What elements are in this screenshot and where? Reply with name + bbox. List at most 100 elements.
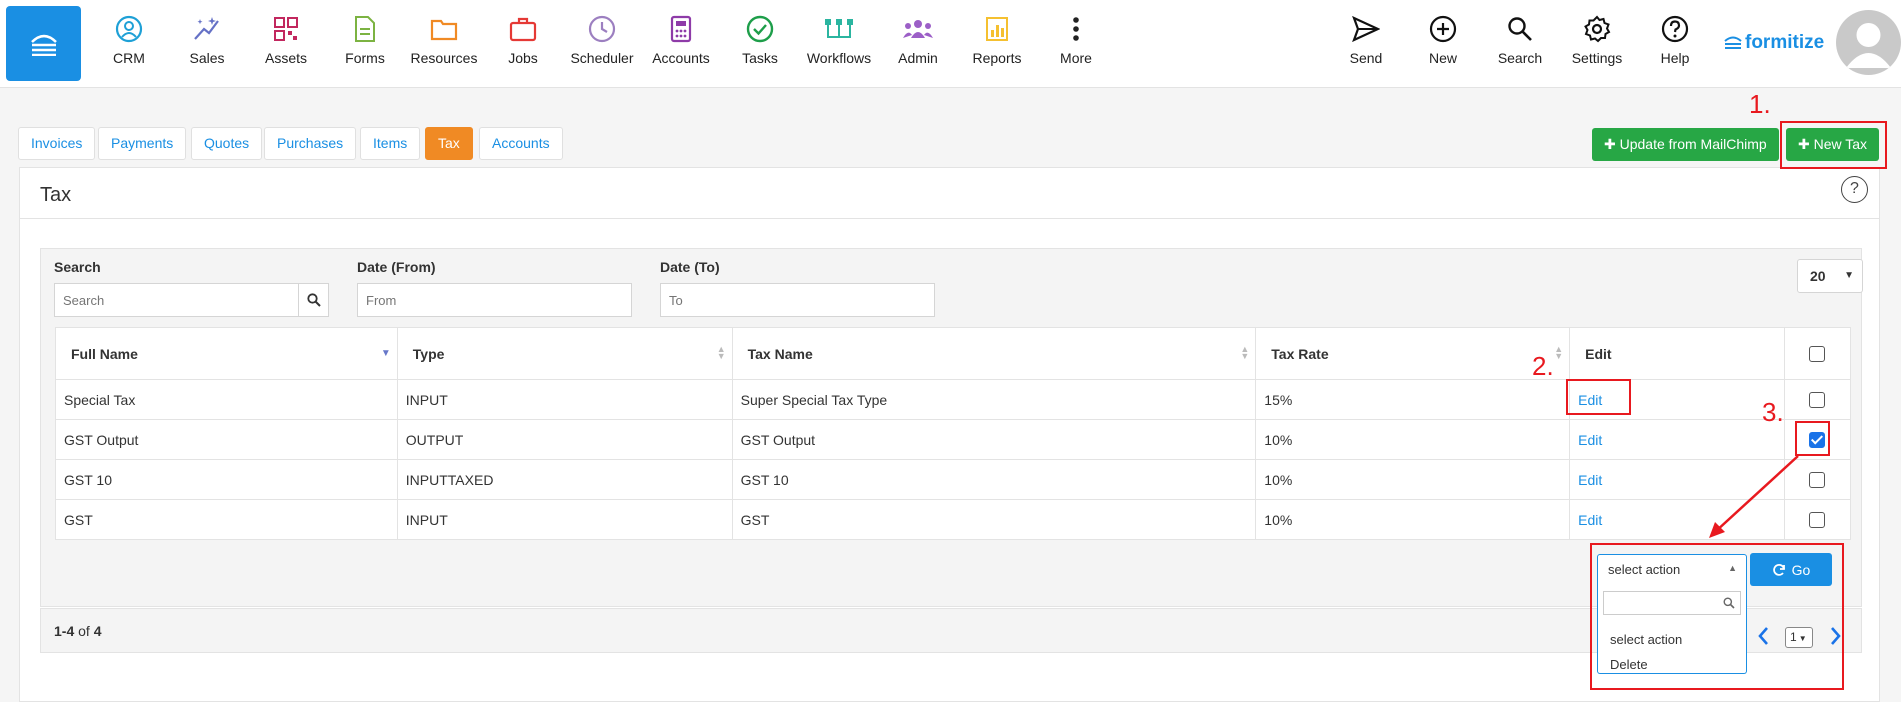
tab-items[interactable]: Items <box>360 127 421 160</box>
workflow-icon <box>825 19 853 38</box>
per-page-value: 20 <box>1810 268 1826 284</box>
nav-reports[interactable]: Reports <box>958 14 1036 66</box>
annotation-box-new-tax <box>1780 121 1887 169</box>
nav-tasks[interactable]: Tasks <box>721 14 799 66</box>
nav-label: Tasks <box>742 50 778 66</box>
cell-tax-rate: 10% <box>1255 419 1571 460</box>
nav-label: More <box>1060 50 1092 66</box>
cell-type: OUTPUT <box>396 419 733 460</box>
tab-payments[interactable]: Payments <box>98 127 187 160</box>
nav-help[interactable]: Help <box>1636 14 1714 66</box>
search-input[interactable] <box>54 283 299 317</box>
annotation-box-checkbox <box>1795 421 1830 456</box>
nav-more[interactable]: More <box>1037 14 1115 66</box>
nav-resources[interactable]: Resources <box>405 14 483 66</box>
nav-sales[interactable]: Sales <box>168 14 246 66</box>
user-silhouette-icon <box>1846 23 1891 68</box>
nav-label: Resources <box>410 50 478 66</box>
cell-full-name: GST 10 <box>55 459 398 500</box>
record-count: 1-4 of 4 <box>54 623 102 639</box>
table-row: GST 10 INPUTTAXED GST 10 10% Edit <box>55 459 1852 500</box>
tab-invoices[interactable]: Invoices <box>18 127 96 160</box>
nav-workflows[interactable]: Workflows <box>800 14 878 66</box>
sort-icon: ▲ ▼ <box>716 344 726 361</box>
nav-accounts[interactable]: Accounts <box>642 14 720 66</box>
nav-scheduler[interactable]: Scheduler <box>563 14 641 66</box>
tab-purchases[interactable]: Purchases <box>264 127 357 160</box>
nav-label: Accounts <box>652 50 710 66</box>
column-tax-name[interactable]: Tax Name ▲ ▼ <box>731 327 1257 380</box>
nav-label: Sales <box>189 50 225 66</box>
search-label: Search <box>54 259 101 275</box>
cell-full-name: GST Output <box>55 419 398 460</box>
date-from-label: Date (From) <box>357 259 436 275</box>
update-from-mailchimp-button[interactable]: ✚ Update from MailChimp <box>1592 128 1779 161</box>
tab-accounts[interactable]: Accounts <box>479 127 563 160</box>
record-range: 1-4 <box>54 623 75 639</box>
home-logo-icon <box>30 34 57 56</box>
cell-full-name: Special Tax <box>55 379 398 420</box>
column-full-name[interactable]: Full Name ▼ <box>55 327 398 380</box>
row-checkbox[interactable] <box>1809 511 1826 528</box>
edit-link[interactable]: Edit <box>1578 512 1602 528</box>
annotation-number-2: 2. <box>1532 351 1554 381</box>
sparkle-icon <box>194 17 219 40</box>
column-label: Full Name <box>71 345 138 362</box>
calculator-icon <box>670 15 692 43</box>
cell-full-name: GST <box>55 499 398 540</box>
cell-tax-rate: 10% <box>1255 459 1571 500</box>
nav-settings[interactable]: Settings <box>1558 14 1636 66</box>
clock-icon <box>588 15 616 43</box>
tax-table: Full Name ▼ Type ▲ ▼ Tax Name ▲ ▼ Tax Rate ▲ ▼ … <box>55 327 1852 540</box>
date-to-input[interactable] <box>660 283 935 317</box>
tab-quotes[interactable]: Quotes <box>191 127 263 160</box>
edit-link[interactable]: Edit <box>1578 432 1602 448</box>
nav-new[interactable]: New <box>1404 14 1482 66</box>
page-title: Tax <box>40 184 72 206</box>
table-row: GST Output OUTPUT GST Output 10% Edit <box>55 419 1852 460</box>
column-type[interactable]: Type ▲ ▼ <box>396 327 733 380</box>
chevron-down-icon: ▼ <box>1844 270 1854 281</box>
column-label: Type <box>412 345 445 362</box>
nav-label: Settings <box>1571 50 1623 66</box>
per-page-select[interactable]: 20 ▼ <box>1797 259 1863 293</box>
column-select-all <box>1783 327 1852 380</box>
nav-assets[interactable]: Assets <box>247 14 325 66</box>
help-icon[interactable]: ? <box>1841 176 1868 203</box>
more-icon <box>1073 17 1079 41</box>
edit-link[interactable]: Edit <box>1578 472 1602 488</box>
user-avatar[interactable] <box>1836 10 1901 75</box>
row-checkbox[interactable] <box>1809 391 1826 408</box>
nav-forms[interactable]: Forms <box>326 14 404 66</box>
date-from-input[interactable] <box>357 283 632 317</box>
nav-send[interactable]: Send <box>1327 14 1405 66</box>
select-all-checkbox[interactable] <box>1809 345 1826 362</box>
cell-select <box>1783 379 1852 420</box>
cell-type: INPUTTAXED <box>396 459 733 500</box>
nav-crm[interactable]: CRM <box>90 14 168 66</box>
nav-label: CRM <box>113 50 145 66</box>
tax-list-container: Search Date (From) Date (To) 20 ▼ Full N… <box>40 248 1863 607</box>
nav-label: Forms <box>345 50 385 66</box>
row-checkbox[interactable] <box>1809 471 1826 488</box>
record-of-label: of <box>78 623 90 639</box>
crm-icon <box>115 15 143 43</box>
chart-icon <box>986 17 1008 41</box>
column-tax-rate[interactable]: Tax Rate ▲ ▼ <box>1255 327 1571 380</box>
tab-tax[interactable]: Tax <box>425 127 473 160</box>
briefcase-icon <box>509 17 537 42</box>
cell-tax-name: GST <box>731 499 1257 540</box>
nav-search[interactable]: Search <box>1481 14 1559 66</box>
column-label: Tax Name <box>747 345 813 362</box>
cell-tax-rate: 10% <box>1255 499 1571 540</box>
nav-label: Send <box>1349 50 1383 66</box>
top-navigation: CRM Sales Assets Forms Resources Jobs Sc… <box>0 0 1901 88</box>
search-button[interactable] <box>298 283 329 317</box>
column-label: Tax Rate <box>1271 345 1329 362</box>
users-icon <box>903 20 933 38</box>
nav-label: Reports <box>972 50 1022 66</box>
nav-label: Search <box>1497 50 1543 66</box>
home-button[interactable] <box>6 6 81 81</box>
nav-jobs[interactable]: Jobs <box>484 14 562 66</box>
nav-admin[interactable]: Admin <box>879 14 957 66</box>
